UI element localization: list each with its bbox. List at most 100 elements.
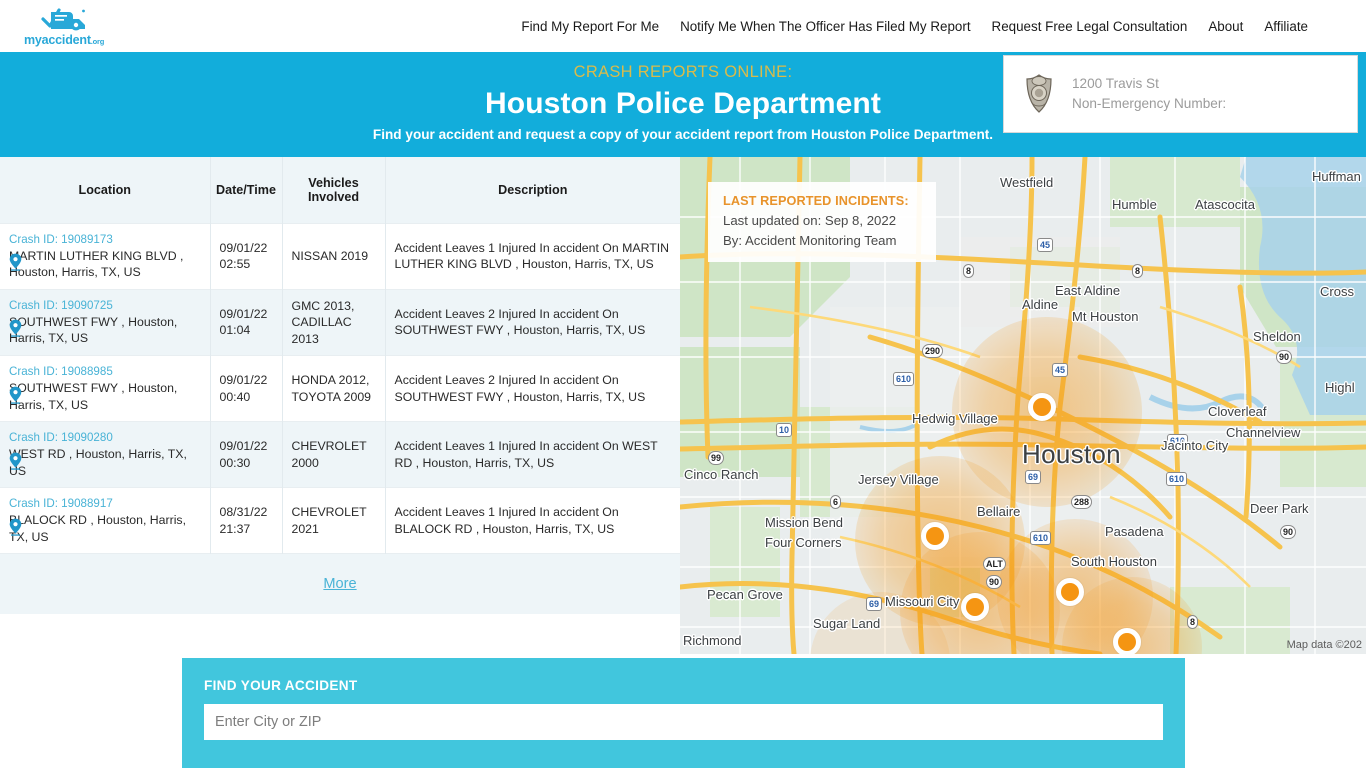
logo-wordmark: myaccident.org bbox=[24, 32, 105, 47]
nav-link-legal-consultation[interactable]: Request Free Legal Consultation bbox=[992, 19, 1188, 34]
incident-marker[interactable] bbox=[921, 522, 949, 550]
table-row[interactable]: Crash ID: 19088985 SOUTHWEST FWY , Housto… bbox=[0, 355, 680, 422]
highway-shield-icon: 45 bbox=[1052, 363, 1069, 377]
highway-shield-icon: 8 bbox=[1187, 615, 1199, 629]
incidents-panel-title: LAST REPORTED INCIDENTS: bbox=[723, 194, 909, 208]
highway-shield-icon: 8 bbox=[963, 264, 975, 278]
site-logo[interactable]: myaccident.org bbox=[24, 6, 104, 47]
cell-datetime: 08/31/22 21:37 bbox=[210, 487, 283, 554]
crash-time: 00:40 bbox=[219, 389, 251, 404]
highway-shield-icon: 610 bbox=[1167, 434, 1189, 448]
incidents-source: By: Accident Monitoring Team bbox=[723, 233, 897, 248]
police-badge-icon bbox=[1018, 74, 1060, 114]
city-or-zip-input[interactable] bbox=[204, 704, 1163, 740]
cell-location[interactable]: Crash ID: 19088985 SOUTHWEST FWY , Housto… bbox=[0, 355, 211, 422]
crash-id-link[interactable]: Crash ID: 19090280 bbox=[9, 430, 201, 446]
map-pin-icon bbox=[9, 319, 22, 342]
location-text: SOUTHWEST FWY , Houston, Harris, TX, US bbox=[9, 314, 178, 346]
highway-shield-icon: 90 bbox=[1280, 525, 1297, 539]
highway-shield-icon: 69 bbox=[866, 597, 883, 611]
crash-date: 09/01/22 bbox=[219, 439, 268, 453]
find-accident-title: FIND YOUR ACCIDENT bbox=[204, 678, 358, 693]
top-navigation-bar: myaccident.org Find My Report For Me Not… bbox=[0, 0, 1366, 52]
find-accident-panel: FIND YOUR ACCIDENT bbox=[182, 658, 1185, 768]
table-more-row: More bbox=[0, 553, 680, 614]
map-pin-icon bbox=[9, 253, 22, 276]
highway-shield-icon: 90 bbox=[986, 575, 1003, 589]
crash-time: 21:37 bbox=[219, 521, 251, 536]
cell-vehicles: CHEVROLET 2000 bbox=[282, 421, 386, 488]
column-header-vehicles: Vehicles Involved bbox=[282, 157, 386, 223]
column-header-datetime: Date/Time bbox=[210, 157, 283, 223]
cell-location[interactable]: Crash ID: 19090280 WEST RD , Houston, Har… bbox=[0, 421, 211, 488]
crash-id-link[interactable]: Crash ID: 19089173 bbox=[9, 232, 201, 248]
crash-time: 02:55 bbox=[219, 257, 251, 271]
table-row[interactable]: Crash ID: 19090725 SOUTHWEST FWY , Housto… bbox=[0, 288, 680, 356]
cell-datetime: 09/01/22 02:55 bbox=[210, 222, 283, 289]
crash-id-link[interactable]: Crash ID: 19088985 bbox=[9, 364, 201, 380]
location-text: MARTIN LUTHER KING BLVD , Houston, Harri… bbox=[9, 248, 184, 280]
incident-marker[interactable] bbox=[1028, 393, 1056, 421]
cell-vehicles: HONDA 2012, TOYOTA 2009 bbox=[282, 355, 386, 422]
cell-location[interactable]: Crash ID: 19090725 SOUTHWEST FWY , Housto… bbox=[0, 288, 211, 356]
map-attribution: Map data ©202 bbox=[1286, 639, 1362, 651]
department-address: 1200 Travis St bbox=[1072, 76, 1159, 91]
column-header-location: Location bbox=[0, 157, 211, 223]
cell-vehicles: NISSAN 2019 bbox=[282, 222, 386, 289]
nav-link-affiliate[interactable]: Affiliate bbox=[1264, 19, 1308, 34]
crash-date: 09/01/22 bbox=[219, 373, 268, 387]
more-link[interactable]: More bbox=[323, 576, 356, 592]
cell-location[interactable]: Crash ID: 19089173 MARTIN LUTHER KING BLV… bbox=[0, 222, 211, 289]
incidents-last-updated: Last updated on: Sep 8, 2022 bbox=[723, 213, 897, 228]
crash-date: 09/01/22 bbox=[219, 240, 268, 255]
table-row[interactable]: Crash ID: 19089173 MARTIN LUTHER KING BLV… bbox=[0, 222, 680, 289]
cell-vehicles: CHEVROLET 2021 bbox=[282, 487, 386, 554]
highway-shield-icon: 610 bbox=[1166, 472, 1188, 486]
map-pin-icon bbox=[9, 518, 22, 541]
highway-shield-icon: 610 bbox=[893, 372, 915, 386]
main-nav-links: Find My Report For Me Notify Me When The… bbox=[521, 19, 1308, 34]
highway-shield-icon: 69 bbox=[1025, 470, 1042, 484]
map-pin-icon bbox=[9, 452, 22, 475]
main-content: Location Date/Time Vehicles Involved Des… bbox=[0, 157, 1366, 654]
incident-marker[interactable] bbox=[1113, 628, 1141, 654]
nav-link-notify-me[interactable]: Notify Me When The Officer Has Filed My … bbox=[680, 19, 970, 34]
crash-id-link[interactable]: Crash ID: 19090725 bbox=[9, 298, 201, 314]
department-phone-label: Non-Emergency Number: bbox=[1072, 96, 1227, 111]
incident-marker[interactable] bbox=[1056, 578, 1084, 606]
location-text: SOUTHWEST FWY , Houston, Harris, TX, US bbox=[9, 381, 178, 412]
nav-link-about[interactable]: About bbox=[1208, 19, 1243, 34]
highway-shield-icon: 290 bbox=[922, 344, 944, 358]
cell-datetime: 09/01/22 01:04 bbox=[210, 288, 283, 356]
cell-location[interactable]: Crash ID: 19088917 BLALOCK RD , Houston, … bbox=[0, 487, 211, 554]
cell-description: Accident Leaves 1 Injured In accident On… bbox=[385, 421, 680, 488]
cell-datetime: 09/01/22 00:30 bbox=[210, 421, 283, 488]
column-header-description: Description bbox=[385, 157, 680, 223]
find-accident-section: FIND YOUR ACCIDENT bbox=[0, 654, 1366, 768]
incident-map[interactable]: 45 8 8 45 90 290 10 99 6 69 288 610 610 ALT 90 69 8 610 90… bbox=[680, 157, 1366, 654]
accident-car-report-icon bbox=[41, 7, 86, 30]
cell-description: Accident Leaves 1 Injured In accident On… bbox=[385, 487, 680, 554]
incident-marker[interactable] bbox=[961, 593, 989, 621]
crash-reports-table: Location Date/Time Vehicles Involved Des… bbox=[0, 157, 680, 614]
highway-shield-icon: 6 bbox=[830, 495, 842, 509]
highway-shield-icon: 99 bbox=[708, 451, 725, 465]
highway-shield-icon: 288 bbox=[1071, 495, 1093, 509]
highway-shield-icon: 45 bbox=[1037, 238, 1054, 252]
cell-vehicles: GMC 2013, CADILLAC 2013 bbox=[282, 288, 386, 356]
table-row[interactable]: Crash ID: 19090280 WEST RD , Houston, Har… bbox=[0, 421, 680, 488]
highway-shield-icon: 10 bbox=[776, 423, 793, 437]
nav-link-find-my-report[interactable]: Find My Report For Me bbox=[521, 19, 659, 34]
cell-description: Accident Leaves 1 Injured In accident On… bbox=[385, 222, 680, 289]
cell-datetime: 09/01/22 00:40 bbox=[210, 355, 283, 422]
last-reported-incidents-panel: LAST REPORTED INCIDENTS: Last updated on… bbox=[708, 182, 936, 262]
location-text: BLALOCK RD , Houston, Harris, TX, US bbox=[9, 513, 186, 544]
crash-id-link[interactable]: Crash ID: 19088917 bbox=[9, 496, 201, 512]
department-info-card: 1200 Travis St Non-Emergency Number: bbox=[1003, 55, 1358, 133]
crash-time: 00:30 bbox=[219, 455, 251, 470]
cell-description: Accident Leaves 2 Injured In accident On… bbox=[385, 288, 680, 356]
crash-time: 01:04 bbox=[219, 323, 251, 338]
highway-shield-icon: ALT bbox=[983, 557, 1006, 571]
highway-shield-icon: 8 bbox=[1132, 264, 1144, 278]
table-row[interactable]: Crash ID: 19088917 BLALOCK RD , Houston, … bbox=[0, 487, 680, 554]
